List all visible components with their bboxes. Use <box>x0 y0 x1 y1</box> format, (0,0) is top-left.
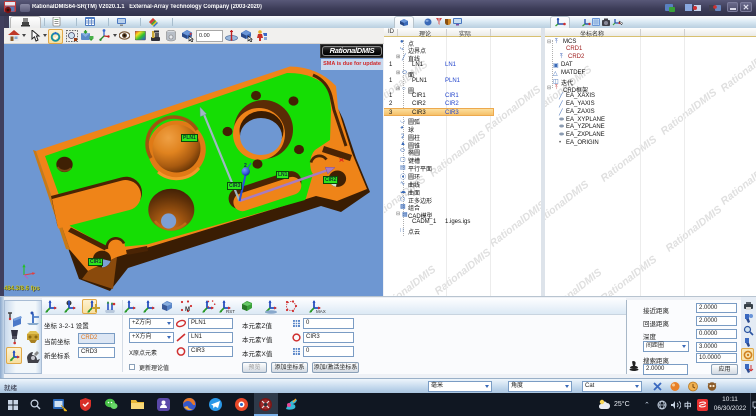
svg-text:RST: RST <box>226 309 235 314</box>
svg-text:MAX: MAX <box>316 309 326 314</box>
svg-text:!: ! <box>63 406 64 411</box>
svg-text:2: 2 <box>244 163 247 169</box>
svg-text:M: M <box>185 307 190 313</box>
